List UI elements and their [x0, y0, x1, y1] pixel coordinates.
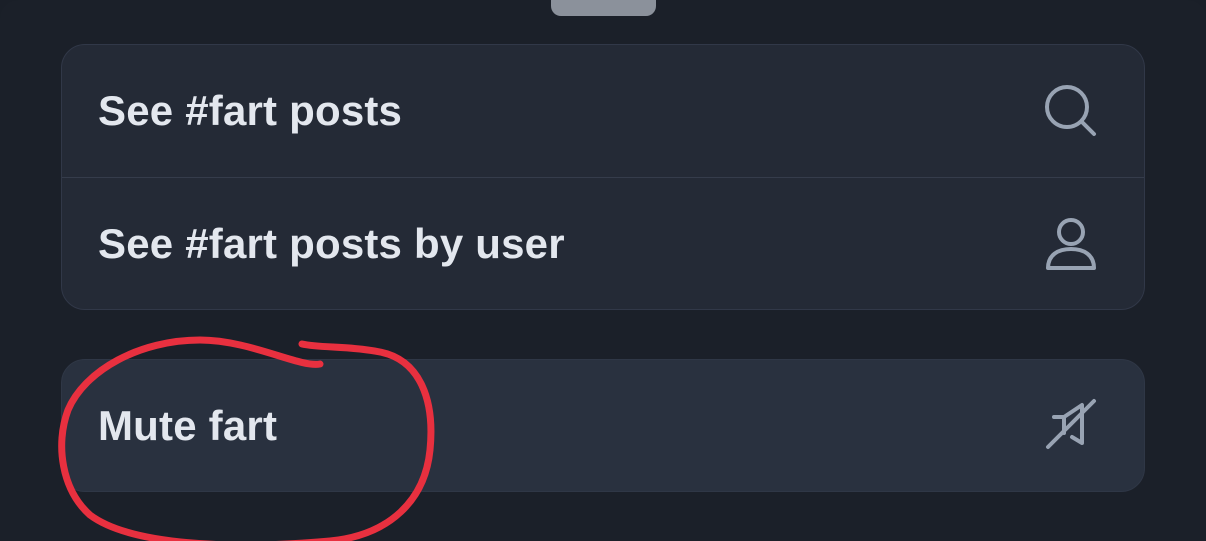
mute-hashtag-label: Mute fart [98, 402, 278, 449]
mute-hashtag-item[interactable]: Mute fart [62, 360, 1144, 491]
mute-group: Mute fart [61, 359, 1145, 492]
see-hashtag-posts-by-user-item[interactable]: See #fart posts by user [62, 177, 1144, 309]
see-hashtag-posts-item[interactable]: See #fart posts [62, 45, 1144, 177]
hashtag-actions-group: See #fart posts See #fart posts by user [61, 44, 1145, 310]
see-hashtag-posts-by-user-label: See #fart posts by user [98, 219, 565, 267]
mute-icon [1042, 397, 1100, 455]
search-icon [1042, 82, 1100, 140]
see-hashtag-posts-label: See #fart posts [98, 87, 403, 134]
person-icon [1042, 215, 1100, 273]
bottom-sheet: See #fart posts See #fart posts by user … [0, 0, 1206, 541]
sheet-drag-handle[interactable] [551, 0, 656, 16]
